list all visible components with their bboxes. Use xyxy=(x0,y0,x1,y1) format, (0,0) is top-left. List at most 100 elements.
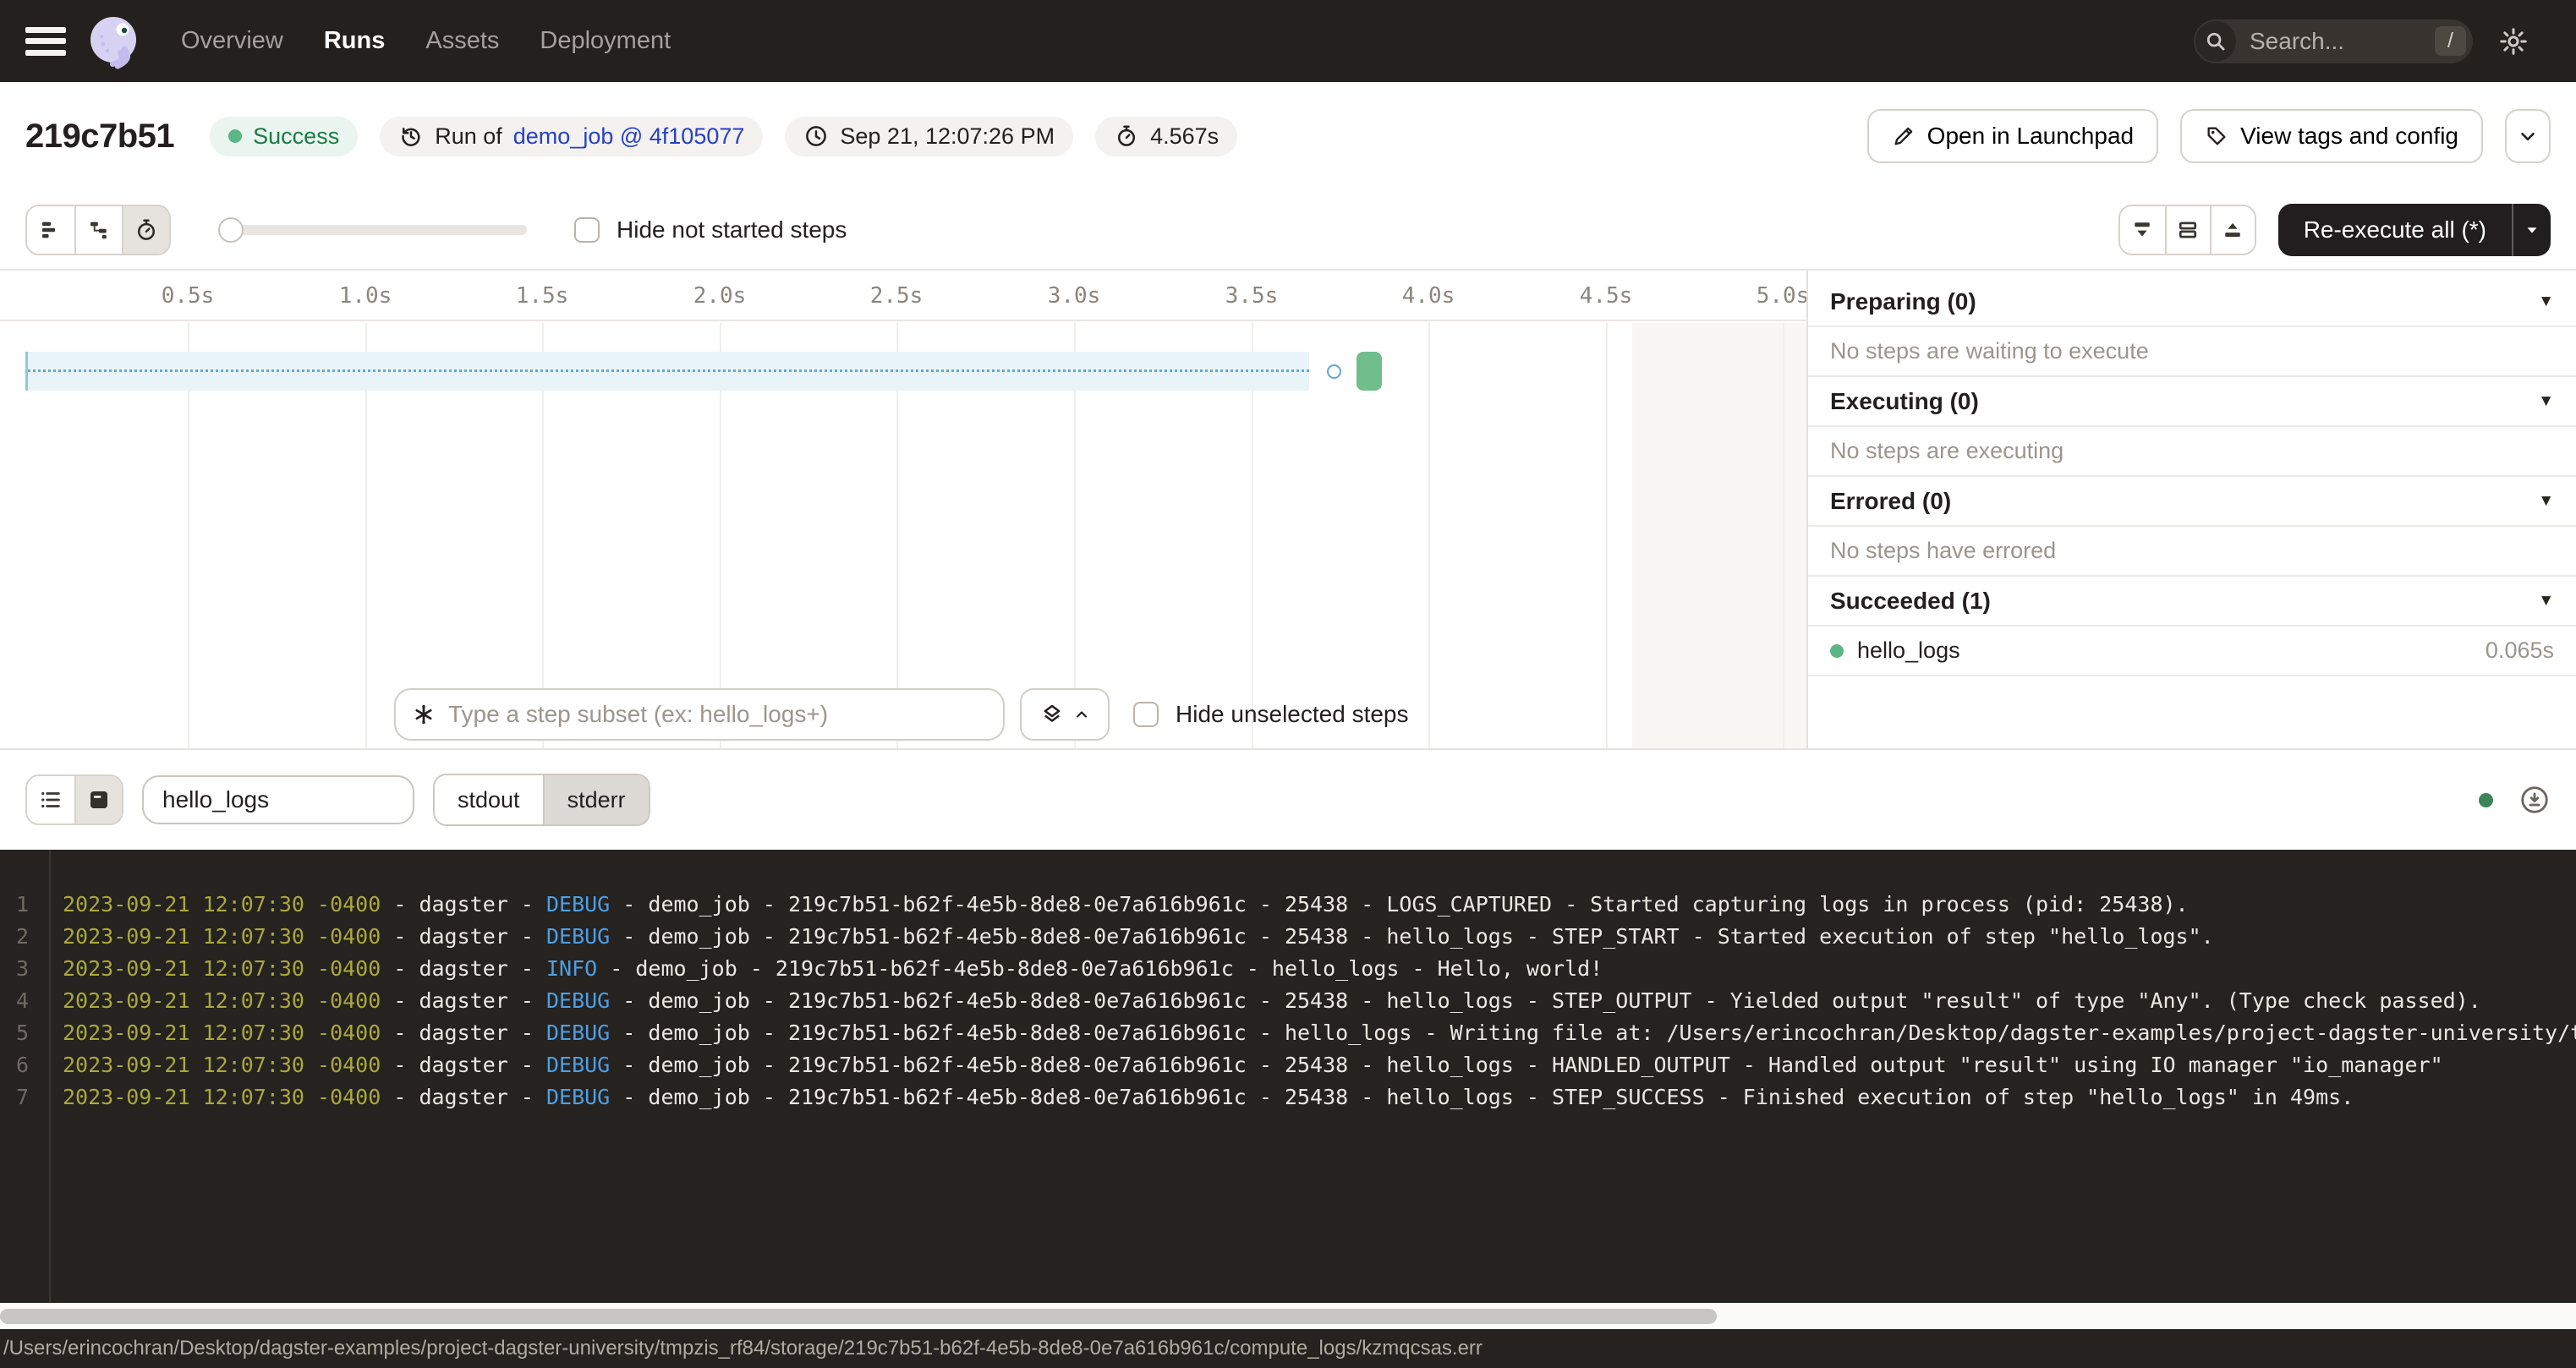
menu-icon[interactable] xyxy=(25,27,66,56)
step-bar-hello-logs[interactable] xyxy=(1357,352,1382,391)
nav-item-assets[interactable]: Assets xyxy=(425,27,499,55)
log-timestamp: 2023-09-21 12:07:30 -0400 xyxy=(63,1021,381,1045)
reexecute-split-button: Re-execute all (*) xyxy=(2278,204,2551,256)
reexecute-all-button[interactable]: Re-execute all (*) xyxy=(2278,204,2512,256)
run-of-label: Run of xyxy=(435,123,502,150)
collapse-top-button[interactable] xyxy=(2210,206,2255,254)
hide-unselected-checkbox[interactable] xyxy=(1133,702,1159,727)
view-tags-config-label: View tags and config xyxy=(2240,123,2458,150)
log-stream-tabs: stdoutstderr xyxy=(433,774,650,826)
capture-status-dot xyxy=(2479,793,2493,807)
nav-links: Overview Runs Assets Deployment xyxy=(181,27,671,55)
log-line-number: 1 xyxy=(0,889,39,921)
panel-empty-text: No steps are waiting to execute xyxy=(1830,338,2149,364)
download-log-button[interactable] xyxy=(2518,784,2551,816)
panel-empty-row: No steps are executing xyxy=(1808,427,2576,477)
log-step-filter-input[interactable] xyxy=(142,775,414,824)
waterfall-view-button[interactable] xyxy=(74,206,122,254)
panel-section-header[interactable]: Succeeded (1)▼ xyxy=(1808,577,2576,627)
step-name: hello_logs xyxy=(1857,637,1960,664)
gantt-toolbar: Hide not started steps Re-execute all (*… xyxy=(0,190,2576,269)
log-source: - dagster - xyxy=(381,1021,546,1045)
axis-tick-label: 2.0s xyxy=(693,283,747,309)
hide-not-started-checkbox[interactable] xyxy=(574,217,600,243)
log-file-path: /Users/erincochran/Desktop/dagster-examp… xyxy=(3,1337,1483,1360)
search-box[interactable]: / xyxy=(2194,19,2473,63)
run-actions-dropdown-button[interactable] xyxy=(2505,109,2551,163)
gantt-plot-area: Hide unselected steps xyxy=(0,323,1806,748)
panel-empty-row: No steps are waiting to execute xyxy=(1808,327,2576,377)
panel-section-title: Preparing (0) xyxy=(1830,288,1976,315)
axis-tick-label: 1.5s xyxy=(516,283,569,309)
gantt-zoom-slider[interactable] xyxy=(218,206,527,254)
run-id-title: 219c7b51 xyxy=(25,118,174,156)
log-source: - dagster - xyxy=(381,924,546,949)
history-icon xyxy=(398,123,424,149)
log-horizontal-scrollbar xyxy=(0,1303,2576,1329)
hide-not-started-row: Hide not started steps xyxy=(574,216,847,244)
nav-item-runs[interactable]: Runs xyxy=(324,27,386,55)
top-navbar: Overview Runs Assets Deployment / xyxy=(0,0,2576,82)
log-line: 62023-09-21 12:07:30 -0400 - dagster - D… xyxy=(0,1049,2576,1081)
run-header: 219c7b51 Success Run of demo_job @ 4f105… xyxy=(0,82,2576,190)
log-timestamp: 2023-09-21 12:07:30 -0400 xyxy=(63,956,381,981)
panel-section-title: Errored (0) xyxy=(1830,488,1951,515)
structured-log-view-button[interactable] xyxy=(27,776,74,824)
hide-not-started-label: Hide not started steps xyxy=(617,216,847,244)
axis-tick-label: 4.0s xyxy=(1402,283,1455,309)
collapse-bottom-button[interactable] xyxy=(2120,206,2165,254)
job-snapshot-link[interactable]: demo_job @ 4f105077 xyxy=(513,123,745,150)
dagster-logo[interactable] xyxy=(85,12,144,71)
log-toolbar: stdoutstderr xyxy=(0,748,2576,850)
log-timestamp: 2023-09-21 12:07:30 -0400 xyxy=(63,924,381,949)
log-line: 12023-09-21 12:07:30 -0400 - dagster - D… xyxy=(0,889,2576,921)
axis-tick-label: 1.0s xyxy=(339,283,392,309)
panel-empty-text: No steps are executing xyxy=(1830,438,2064,464)
slider-thumb[interactable] xyxy=(218,217,244,243)
panel-step-row[interactable]: hello_logs 0.065s xyxy=(1808,627,2576,676)
log-level: DEBUG xyxy=(546,1085,610,1109)
panel-section-header[interactable]: Executing (0)▼ xyxy=(1808,377,2576,427)
gridline xyxy=(1606,323,1608,748)
log-line: 72023-09-21 12:07:30 -0400 - dagster - D… xyxy=(0,1081,2576,1114)
status-label: Success xyxy=(253,123,339,150)
split-panels-button[interactable] xyxy=(2165,206,2210,254)
tag-icon xyxy=(2205,124,2228,148)
log-line-text: 2023-09-21 12:07:30 -0400 - dagster - DE… xyxy=(39,985,2481,1017)
log-message: - demo_job - 219c7b51-b62f-4e5b-8de8-0e7… xyxy=(610,924,2213,949)
section-caret-icon: ▼ xyxy=(2538,592,2554,610)
nav-item-deployment[interactable]: Deployment xyxy=(540,27,671,55)
section-caret-icon: ▼ xyxy=(2538,293,2554,311)
reexecute-dropdown-button[interactable] xyxy=(2512,204,2551,256)
log-line-number: 2 xyxy=(0,921,39,953)
duration-value: 4.567s xyxy=(1150,123,1219,150)
view-tags-config-button[interactable]: View tags and config xyxy=(2180,109,2483,163)
step-subset-box xyxy=(394,688,1005,741)
axis-tick-label: 4.5s xyxy=(1580,283,1633,309)
log-line-text: 2023-09-21 12:07:30 -0400 - dagster - DE… xyxy=(39,921,2214,953)
step-subset-input[interactable] xyxy=(447,700,988,729)
tab-stderr[interactable]: stderr xyxy=(543,775,649,824)
step-duration: 0.065s xyxy=(2486,637,2554,664)
timed-view-button[interactable] xyxy=(122,206,169,254)
start-time-value: Sep 21, 12:07:26 PM xyxy=(840,123,1055,150)
hide-unselected-row: Hide unselected steps xyxy=(1133,688,1409,741)
log-line-number: 7 xyxy=(0,1081,39,1114)
open-in-launchpad-button[interactable]: Open in Launchpad xyxy=(1867,109,2158,163)
gear-icon[interactable] xyxy=(2498,26,2529,57)
log-message: - demo_job - 219c7b51-b62f-4e5b-8de8-0e7… xyxy=(610,1021,2576,1045)
step-marker-circle xyxy=(1327,364,1341,379)
step-waiting-band xyxy=(25,352,1309,391)
nav-item-overview[interactable]: Overview xyxy=(181,27,283,55)
search-input[interactable] xyxy=(2248,27,2392,56)
panel-section-header[interactable]: Errored (0)▼ xyxy=(1808,477,2576,527)
panel-section-header[interactable]: Preparing (0) ▼ xyxy=(1808,277,2576,327)
status-badge: Success xyxy=(210,117,358,156)
search-icon xyxy=(2195,21,2236,62)
scrollbar-thumb[interactable] xyxy=(0,1309,1717,1324)
tab-stdout[interactable]: stdout xyxy=(435,775,543,824)
step-status-panel: Preparing (0) ▼ No steps are waiting to ex… xyxy=(1806,269,2576,748)
raw-log-view-button[interactable] xyxy=(74,776,122,824)
graph-query-toggle-button[interactable] xyxy=(1020,688,1110,741)
flat-view-button[interactable] xyxy=(27,206,74,254)
